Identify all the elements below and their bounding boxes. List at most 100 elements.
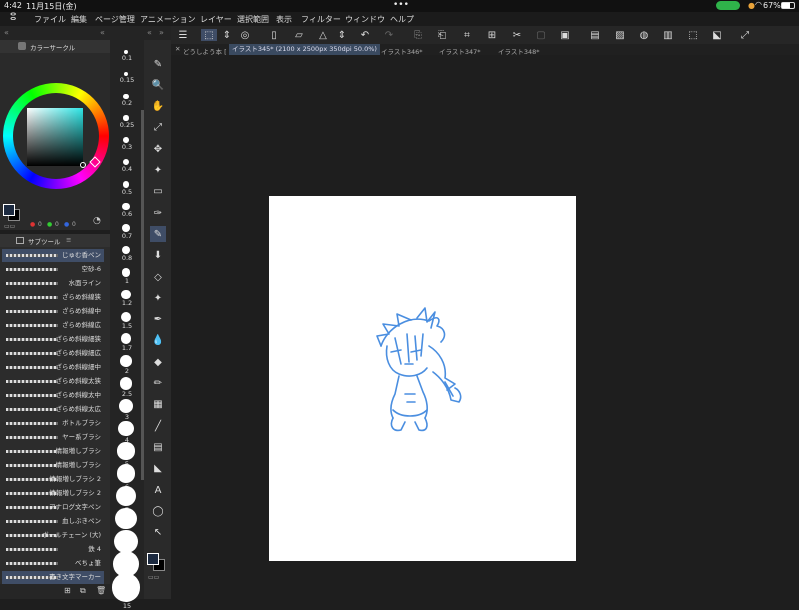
brush-size-dot[interactable] <box>120 311 132 322</box>
rect-select-icon[interactable]: ▭ <box>150 184 166 200</box>
menu-window[interactable]: ウィンドウ <box>345 14 385 25</box>
brush-size-dot[interactable] <box>111 573 141 602</box>
call-pill-icon[interactable] <box>716 1 740 10</box>
brush-size-dot[interactable] <box>114 529 138 554</box>
brush-item[interactable]: ざらめ斜線太中 <box>2 389 104 402</box>
menu-file[interactable]: ファイル <box>34 14 66 25</box>
text-tool-icon[interactable]: A <box>150 482 166 498</box>
brush-item[interactable]: 鉄 4 <box>2 543 104 556</box>
brush-item[interactable]: ボトルブラシ <box>2 417 104 430</box>
new-doc-icon[interactable]: ▯ <box>268 29 280 41</box>
redo-icon[interactable]: ↷ <box>383 29 395 41</box>
brush-item[interactable]: 空砂-6 <box>2 263 104 276</box>
brush-item[interactable]: 血しぶきペン <box>2 515 104 528</box>
tool-main-color-swatch[interactable] <box>147 553 159 565</box>
globe-icon[interactable]: ◍ <box>638 29 650 41</box>
brush-size-dot[interactable] <box>121 268 131 277</box>
brush-size-dot[interactable] <box>121 289 131 300</box>
page-icon[interactable]: ▤ <box>589 29 601 41</box>
clipboard-icon[interactable]: ▢ <box>535 29 547 41</box>
brush-item[interactable]: 情報増しブラシ <box>2 459 104 472</box>
select-icon[interactable]: ⬚ <box>687 29 699 41</box>
border-icon[interactable]: ▥ <box>662 29 674 41</box>
sub-tool-tab[interactable]: サブツール ≡ <box>0 234 110 247</box>
brush-size-dot[interactable] <box>122 180 130 188</box>
brush-item[interactable]: 書き文字マーカー <box>2 571 104 584</box>
object-select-icon[interactable]: ↖ <box>150 525 166 541</box>
pen-tool-icon[interactable]: ✎ <box>150 56 166 72</box>
frame-icon[interactable]: ▨ <box>614 29 626 41</box>
brush-item[interactable]: ざらめ斜線狭 <box>2 291 104 304</box>
subtool-menu-icon[interactable]: ≡ <box>66 236 71 244</box>
delete-subtool-icon[interactable]: 🗑 <box>96 586 106 595</box>
brush-size-dot[interactable] <box>119 377 133 390</box>
undo-icon[interactable]: ↶ <box>359 29 371 41</box>
bucket-icon[interactable]: ◆ <box>150 354 166 370</box>
brush-item[interactable]: 情報増しブラシ 2 <box>2 487 104 500</box>
brush-size-dot[interactable] <box>115 507 137 530</box>
tab-illust345[interactable]: イラスト345* (2100 x 2500px 350dpi 50.0%) <box>229 44 380 55</box>
transparent-swatch-icon[interactable]: ▭▭ <box>4 223 15 230</box>
crop-icon[interactable]: ⌗ <box>461 29 473 41</box>
brush-size-dot[interactable] <box>119 398 133 413</box>
pencil-icon[interactable]: ✏ <box>150 376 166 392</box>
edit-selection-icon[interactable]: ⬕ <box>711 29 723 41</box>
move-icon[interactable]: ✥ <box>150 141 166 157</box>
sparkle-icon[interactable]: ✦ <box>150 290 166 306</box>
frame-icon[interactable]: ▤ <box>150 439 166 455</box>
brush-item[interactable]: ヤー系ブラシ <box>2 431 104 444</box>
brush-size-dot[interactable] <box>122 202 130 210</box>
brush-item[interactable]: ざらめ斜線細広 <box>2 347 104 360</box>
menu-filter[interactable]: フィルター <box>301 14 341 25</box>
brush-item[interactable]: アナログ文字ペン <box>2 501 104 514</box>
menu-view[interactable]: 表示 <box>276 14 292 25</box>
open-folder-icon[interactable]: ▱ <box>293 29 305 41</box>
copy-icon[interactable]: ⎗ <box>436 29 448 41</box>
menu-animation[interactable]: アニメーション <box>140 14 196 25</box>
eyedropper-icon[interactable]: ✑ <box>150 205 166 221</box>
tool-transparent-swatch-icon[interactable]: ▭▭ <box>148 574 159 581</box>
collapse-mid-icon[interactable]: « <box>100 28 105 37</box>
color-panel-tab[interactable]: カラーサークル <box>0 40 110 53</box>
menu-edit[interactable]: 編集 <box>71 14 87 25</box>
expand-tools-icon[interactable]: » <box>159 28 164 37</box>
menu-help[interactable]: ヘルプ <box>390 14 414 25</box>
brush-item[interactable]: ボールチェーン (大) <box>2 529 104 542</box>
multitask-dots[interactable]: ••• <box>393 0 409 10</box>
brush-item[interactable]: ざらめ斜線中 <box>2 305 104 318</box>
layer-icon[interactable]: ⎘ <box>412 29 424 41</box>
save-icon[interactable]: △ <box>317 29 329 41</box>
menu-page[interactable]: ページ管理 <box>95 14 135 25</box>
wheel-icon[interactable]: ◎ <box>239 29 251 41</box>
fill-icon[interactable]: ⬇ <box>150 248 166 264</box>
stepper-icon[interactable]: ⇕ <box>221 29 233 41</box>
brush-size-dot[interactable] <box>117 442 135 460</box>
brush-size-dot[interactable] <box>122 224 130 233</box>
brush-item[interactable]: ざらめ斜線太広 <box>2 403 104 416</box>
brush-item[interactable]: ざらめ斜線細狭 <box>2 333 104 346</box>
cut-icon[interactable]: ✂ <box>511 29 523 41</box>
hand-mode-icon[interactable]: ⬚ <box>201 29 217 41</box>
menu-hamburger-icon[interactable]: ☰ <box>177 29 189 41</box>
color-history-icon[interactable]: ◔ <box>93 216 101 226</box>
duplicate-subtool-icon[interactable]: ⧉ <box>80 586 86 596</box>
brush-item[interactable]: ざらめ斜線広 <box>2 319 104 332</box>
saturation-square[interactable] <box>27 108 83 166</box>
line-icon[interactable]: ╱ <box>150 418 166 434</box>
collapse-left-icon[interactable]: « <box>4 28 9 37</box>
brush-item[interactable]: べちょ筆 <box>2 557 104 570</box>
brush-item[interactable]: 水面ライン <box>2 277 104 290</box>
blend-icon[interactable]: 💧 <box>150 333 166 349</box>
menu-layer[interactable]: レイヤー <box>200 14 232 25</box>
pen-icon[interactable]: ✎ <box>150 226 166 243</box>
magic-wand-icon[interactable]: ✦ <box>150 163 166 179</box>
brush-item[interactable]: じゅむ香ペン <box>2 249 104 262</box>
brush-size-dot[interactable] <box>120 333 132 345</box>
brush-item[interactable]: 情報増しブラシ <box>2 445 104 458</box>
main-color-swatch[interactable] <box>3 204 15 216</box>
stack-icon[interactable]: ▣ <box>559 29 571 41</box>
balloon-icon[interactable]: ◯ <box>150 503 166 519</box>
brush-size-dot[interactable] <box>116 486 136 506</box>
brush-size-dot[interactable] <box>121 246 131 255</box>
brush-item[interactable]: 情報増しブラシ 2 <box>2 473 104 486</box>
